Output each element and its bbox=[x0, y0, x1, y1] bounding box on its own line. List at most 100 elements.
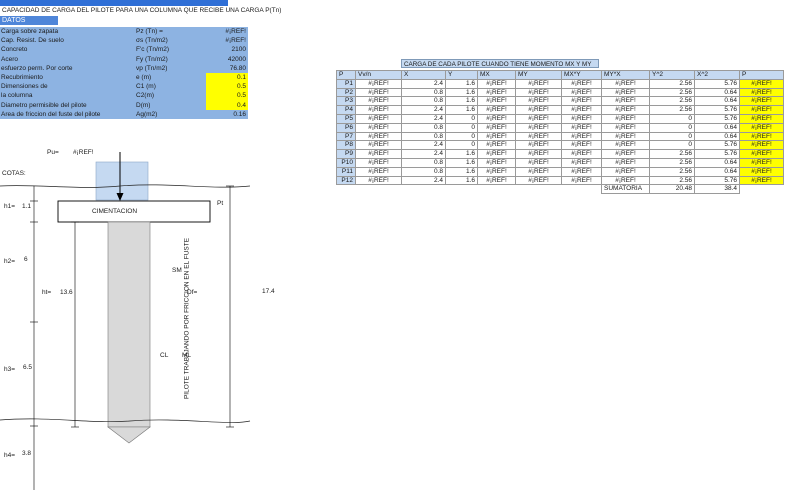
table-cell[interactable]: 0 bbox=[445, 122, 478, 133]
table-cell[interactable]: #¡REF! bbox=[477, 122, 516, 133]
table-cell[interactable]: 0.8 bbox=[401, 96, 446, 107]
table-cell[interactable]: #¡REF! bbox=[477, 78, 516, 89]
table-cell[interactable]: 0.8 bbox=[401, 131, 446, 142]
table-cell[interactable]: #¡REF! bbox=[355, 96, 402, 107]
table-cell[interactable]: #¡REF! bbox=[355, 175, 402, 186]
table-cell[interactable]: 1.6 bbox=[445, 105, 478, 115]
table-cell[interactable]: 1.6 bbox=[445, 96, 478, 107]
table-cell[interactable]: #¡REF! bbox=[515, 113, 562, 124]
table-cell[interactable]: #¡REF! bbox=[739, 166, 784, 177]
table-cell[interactable]: #¡REF! bbox=[355, 105, 402, 115]
table-cell[interactable]: 2.4 bbox=[401, 140, 446, 151]
table-cell[interactable]: 2.56 bbox=[649, 96, 695, 107]
table-cell[interactable]: #¡REF! bbox=[515, 105, 562, 115]
table-cell[interactable]: #¡REF! bbox=[739, 78, 784, 89]
table-cell[interactable]: P8 bbox=[336, 140, 356, 151]
table-cell[interactable]: #¡REF! bbox=[561, 87, 602, 98]
table-cell[interactable]: #¡REF! bbox=[601, 140, 650, 151]
table-cell[interactable]: 0.64 bbox=[694, 131, 740, 142]
table-cell[interactable]: 0 bbox=[445, 140, 478, 151]
table-cell[interactable]: 0.64 bbox=[694, 157, 740, 168]
table-cell[interactable]: #¡REF! bbox=[477, 157, 516, 168]
table-cell[interactable]: #¡REF! bbox=[355, 87, 402, 98]
table-cell[interactable]: #¡REF! bbox=[515, 78, 562, 89]
table-cell[interactable]: 1.6 bbox=[445, 149, 478, 159]
table-cell[interactable]: #¡REF! bbox=[601, 131, 650, 142]
table-cell[interactable]: #¡REF! bbox=[739, 149, 784, 159]
table-cell[interactable]: 5.76 bbox=[694, 140, 740, 151]
table-cell[interactable]: 0.64 bbox=[694, 87, 740, 98]
table-cell[interactable]: 1.6 bbox=[445, 87, 478, 98]
table-cell[interactable]: 2.56 bbox=[649, 149, 695, 159]
table-cell[interactable]: #¡REF! bbox=[561, 149, 602, 159]
table-cell[interactable]: #¡REF! bbox=[355, 140, 402, 151]
table-cell[interactable]: #¡REF! bbox=[477, 140, 516, 151]
table-cell[interactable]: #¡REF! bbox=[477, 131, 516, 142]
table-cell[interactable]: 2.56 bbox=[649, 175, 695, 186]
table-cell[interactable]: 2.4 bbox=[401, 105, 446, 115]
table-cell[interactable]: #¡REF! bbox=[561, 113, 602, 124]
table-cell[interactable]: 2.4 bbox=[401, 175, 446, 186]
table-cell[interactable]: #¡REF! bbox=[515, 96, 562, 107]
table-cell[interactable]: #¡REF! bbox=[515, 87, 562, 98]
table-cell[interactable]: 5.76 bbox=[694, 175, 740, 186]
table-cell[interactable]: P7 bbox=[336, 131, 356, 142]
table-cell[interactable]: 0 bbox=[649, 122, 695, 133]
table-cell[interactable]: 5.76 bbox=[694, 149, 740, 159]
table-cell[interactable]: #¡REF! bbox=[601, 87, 650, 98]
table-cell[interactable]: #¡REF! bbox=[739, 175, 784, 186]
table-cell[interactable]: 5.76 bbox=[694, 105, 740, 115]
table-cell[interactable]: P2 bbox=[336, 87, 356, 98]
table-cell[interactable]: #¡REF! bbox=[355, 131, 402, 142]
table-cell[interactable]: #¡REF! bbox=[739, 122, 784, 133]
table-cell[interactable]: #¡REF! bbox=[561, 96, 602, 107]
table-cell[interactable]: #¡REF! bbox=[355, 113, 402, 124]
table-cell[interactable]: #¡REF! bbox=[355, 166, 402, 177]
table-cell[interactable]: #¡REF! bbox=[515, 140, 562, 151]
table-cell[interactable]: #¡REF! bbox=[601, 96, 650, 107]
table-cell[interactable]: 2.56 bbox=[649, 166, 695, 177]
table-cell[interactable]: #¡REF! bbox=[515, 149, 562, 159]
table-cell[interactable]: 0.64 bbox=[694, 166, 740, 177]
table-cell[interactable]: #¡REF! bbox=[739, 96, 784, 107]
table-cell[interactable]: 0.8 bbox=[401, 87, 446, 98]
table-cell[interactable]: #¡REF! bbox=[561, 166, 602, 177]
table-cell[interactable]: #¡REF! bbox=[477, 166, 516, 177]
table-cell[interactable]: #¡REF! bbox=[739, 87, 784, 98]
table-cell[interactable]: #¡REF! bbox=[515, 131, 562, 142]
table-cell[interactable]: P11 bbox=[336, 166, 356, 177]
table-cell[interactable]: #¡REF! bbox=[477, 149, 516, 159]
table-cell[interactable]: #¡REF! bbox=[355, 122, 402, 133]
table-cell[interactable]: #¡REF! bbox=[515, 175, 562, 186]
table-cell[interactable]: P9 bbox=[336, 149, 356, 159]
table-cell[interactable]: #¡REF! bbox=[355, 157, 402, 168]
table-cell[interactable]: #¡REF! bbox=[739, 131, 784, 142]
table-cell[interactable]: 0 bbox=[649, 113, 695, 124]
table-cell[interactable]: 2.4 bbox=[401, 113, 446, 124]
table-cell[interactable]: #¡REF! bbox=[561, 140, 602, 151]
table-cell[interactable]: #¡REF! bbox=[601, 105, 650, 115]
table-cell[interactable]: 0.64 bbox=[694, 122, 740, 133]
table-cell[interactable]: 0.8 bbox=[401, 122, 446, 133]
table-cell[interactable]: 0 bbox=[649, 131, 695, 142]
table-cell[interactable]: #¡REF! bbox=[355, 78, 402, 89]
table-cell[interactable]: #¡REF! bbox=[601, 149, 650, 159]
table-cell[interactable]: 2.56 bbox=[649, 105, 695, 115]
table-cell[interactable]: 0.8 bbox=[401, 157, 446, 168]
table-cell[interactable]: 1.6 bbox=[445, 78, 478, 89]
table-cell[interactable]: #¡REF! bbox=[739, 140, 784, 151]
table-cell[interactable]: #¡REF! bbox=[561, 157, 602, 168]
table-cell[interactable]: #¡REF! bbox=[355, 149, 402, 159]
table-cell[interactable]: 2.56 bbox=[649, 157, 695, 168]
table-cell[interactable]: #¡REF! bbox=[561, 105, 602, 115]
table-cell[interactable]: 2.4 bbox=[401, 78, 446, 89]
table-cell[interactable]: 0 bbox=[649, 140, 695, 151]
table-cell[interactable]: P6 bbox=[336, 122, 356, 133]
table-cell[interactable]: #¡REF! bbox=[477, 87, 516, 98]
table-cell[interactable]: P10 bbox=[336, 157, 356, 168]
table-cell[interactable]: #¡REF! bbox=[601, 175, 650, 186]
table-cell[interactable]: #¡REF! bbox=[515, 166, 562, 177]
table-cell[interactable]: #¡REF! bbox=[515, 122, 562, 133]
sum-x2[interactable]: 38.4 bbox=[694, 184, 740, 195]
table-cell[interactable]: #¡REF! bbox=[477, 105, 516, 115]
